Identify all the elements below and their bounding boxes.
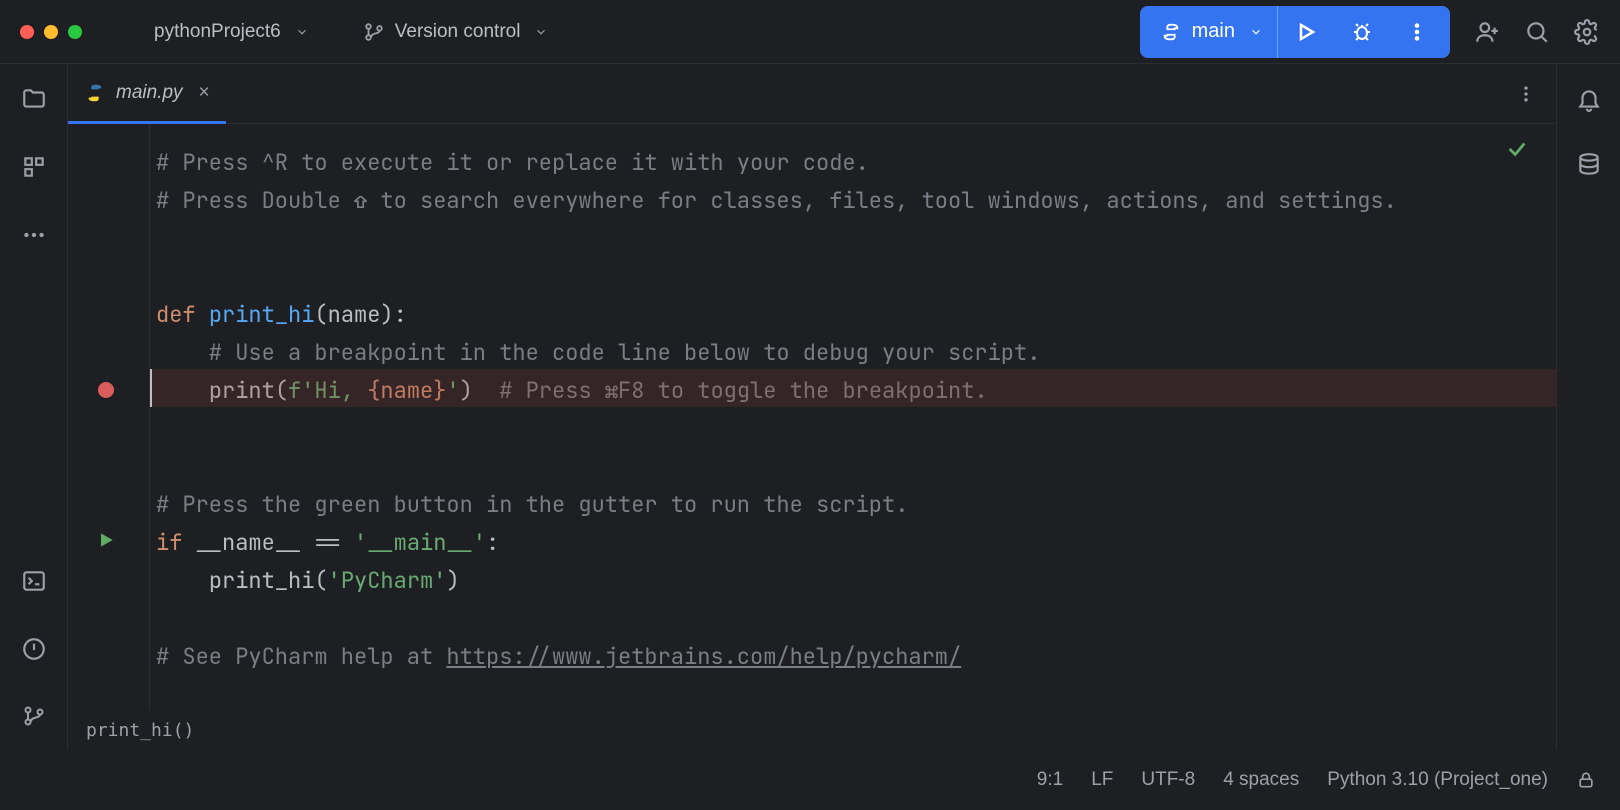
vcs-tool-button[interactable] xyxy=(22,704,46,728)
vcs-label: Version control xyxy=(395,21,521,43)
run-config-name: main xyxy=(1192,20,1235,43)
tabs-more-button[interactable] xyxy=(1496,64,1556,124)
settings-button[interactable] xyxy=(1574,19,1600,45)
bell-icon xyxy=(1576,86,1602,112)
more-horizontal-icon xyxy=(21,222,47,248)
left-tool-rail xyxy=(0,64,68,750)
python-file-icon xyxy=(84,82,106,104)
code-line: # Press ^R to execute it or replace it w… xyxy=(156,144,1556,182)
code-line: print_hi('PyCharm') xyxy=(156,562,1556,600)
close-window-button[interactable] xyxy=(20,25,34,39)
vcs-menu[interactable]: Version control xyxy=(351,15,561,49)
code-line: # Press the green button in the gutter t… xyxy=(156,486,1556,524)
code-line: def print_hi(name): xyxy=(156,296,1556,334)
warning-icon xyxy=(21,636,47,662)
status-bar: 9:1 LF UTF-8 4 spaces Python 3.10 (Proje… xyxy=(0,750,1620,810)
run-button[interactable] xyxy=(1278,20,1334,44)
terminal-tool-button[interactable] xyxy=(21,568,47,594)
chevron-down-icon xyxy=(534,25,548,39)
editor-column: main.py × # Press ^R to execute it or re… xyxy=(68,64,1556,750)
play-icon xyxy=(96,530,116,550)
breakpoint-marker[interactable] xyxy=(98,382,114,398)
problems-tool-button[interactable] xyxy=(21,636,47,662)
code-line xyxy=(156,448,1556,486)
code-line: # Use a breakpoint in the code line belo… xyxy=(156,334,1556,372)
branch-icon xyxy=(22,704,46,728)
search-icon xyxy=(1524,19,1550,45)
line-separator[interactable]: LF xyxy=(1091,769,1113,791)
search-button[interactable] xyxy=(1524,19,1550,45)
terminal-icon xyxy=(21,568,47,594)
folder-icon xyxy=(21,86,47,112)
database-icon xyxy=(1576,152,1602,178)
code-with-me-button[interactable] xyxy=(1474,19,1500,45)
python-icon xyxy=(1160,21,1182,43)
play-icon xyxy=(1294,20,1318,44)
code-line xyxy=(156,410,1556,448)
bug-icon xyxy=(1350,20,1374,44)
python-interpreter[interactable]: Python 3.10 (Project_one) xyxy=(1327,769,1548,791)
run-config-selector[interactable]: main xyxy=(1146,6,1278,58)
code-line: # Press Double ⇧ to search everywhere fo… xyxy=(156,182,1556,220)
more-tools-button[interactable] xyxy=(21,222,47,248)
window-controls xyxy=(20,25,82,39)
chevron-down-icon xyxy=(295,25,309,39)
code-line xyxy=(156,600,1556,638)
breakpoint-line-highlight xyxy=(150,369,1556,407)
minimize-window-button[interactable] xyxy=(44,25,58,39)
structure-tool-button[interactable] xyxy=(21,154,47,180)
chevron-down-icon xyxy=(1249,25,1263,39)
structure-icon xyxy=(21,154,47,180)
breadcrumb-bar[interactable]: print_hi() xyxy=(68,710,1556,750)
code-line: if __name__ == '__main__': xyxy=(156,524,1556,562)
lock-icon xyxy=(1576,770,1596,790)
close-tab-button[interactable]: × xyxy=(199,82,210,104)
run-more-button[interactable] xyxy=(1390,21,1444,43)
file-encoding[interactable]: UTF-8 xyxy=(1141,769,1195,791)
more-vertical-icon xyxy=(1406,21,1428,43)
readonly-toggle[interactable] xyxy=(1576,770,1596,790)
branch-icon xyxy=(363,21,385,43)
main-area: main.py × # Press ^R to execute it or re… xyxy=(0,64,1620,750)
editor-tabs: main.py × xyxy=(68,64,1556,124)
notifications-button[interactable] xyxy=(1576,86,1602,112)
code-editor[interactable]: # Press ^R to execute it or replace it w… xyxy=(68,124,1556,710)
more-vertical-icon xyxy=(1516,84,1536,104)
run-gutter-button[interactable] xyxy=(96,530,116,550)
project-selector[interactable]: pythonProject6 xyxy=(142,15,321,49)
breadcrumb-text: print_hi() xyxy=(86,720,194,741)
editor-tab[interactable]: main.py × xyxy=(68,64,226,124)
top-toolbar: pythonProject6 Version control main xyxy=(0,0,1620,64)
project-tool-button[interactable] xyxy=(21,86,47,112)
code-line xyxy=(156,258,1556,296)
maximize-window-button[interactable] xyxy=(68,25,82,39)
database-button[interactable] xyxy=(1576,152,1602,178)
run-config-box: main xyxy=(1140,6,1450,58)
person-add-icon xyxy=(1474,19,1500,45)
code-line xyxy=(156,220,1556,258)
debug-button[interactable] xyxy=(1334,20,1390,44)
tab-filename: main.py xyxy=(116,82,183,104)
cursor-position[interactable]: 9:1 xyxy=(1037,769,1063,791)
indent-setting[interactable]: 4 spaces xyxy=(1223,769,1299,791)
code-line: # See PyCharm help at https://www.jetbra… xyxy=(156,638,1556,676)
project-name: pythonProject6 xyxy=(154,21,281,43)
right-tool-rail xyxy=(1556,64,1620,750)
gear-icon xyxy=(1574,19,1600,45)
